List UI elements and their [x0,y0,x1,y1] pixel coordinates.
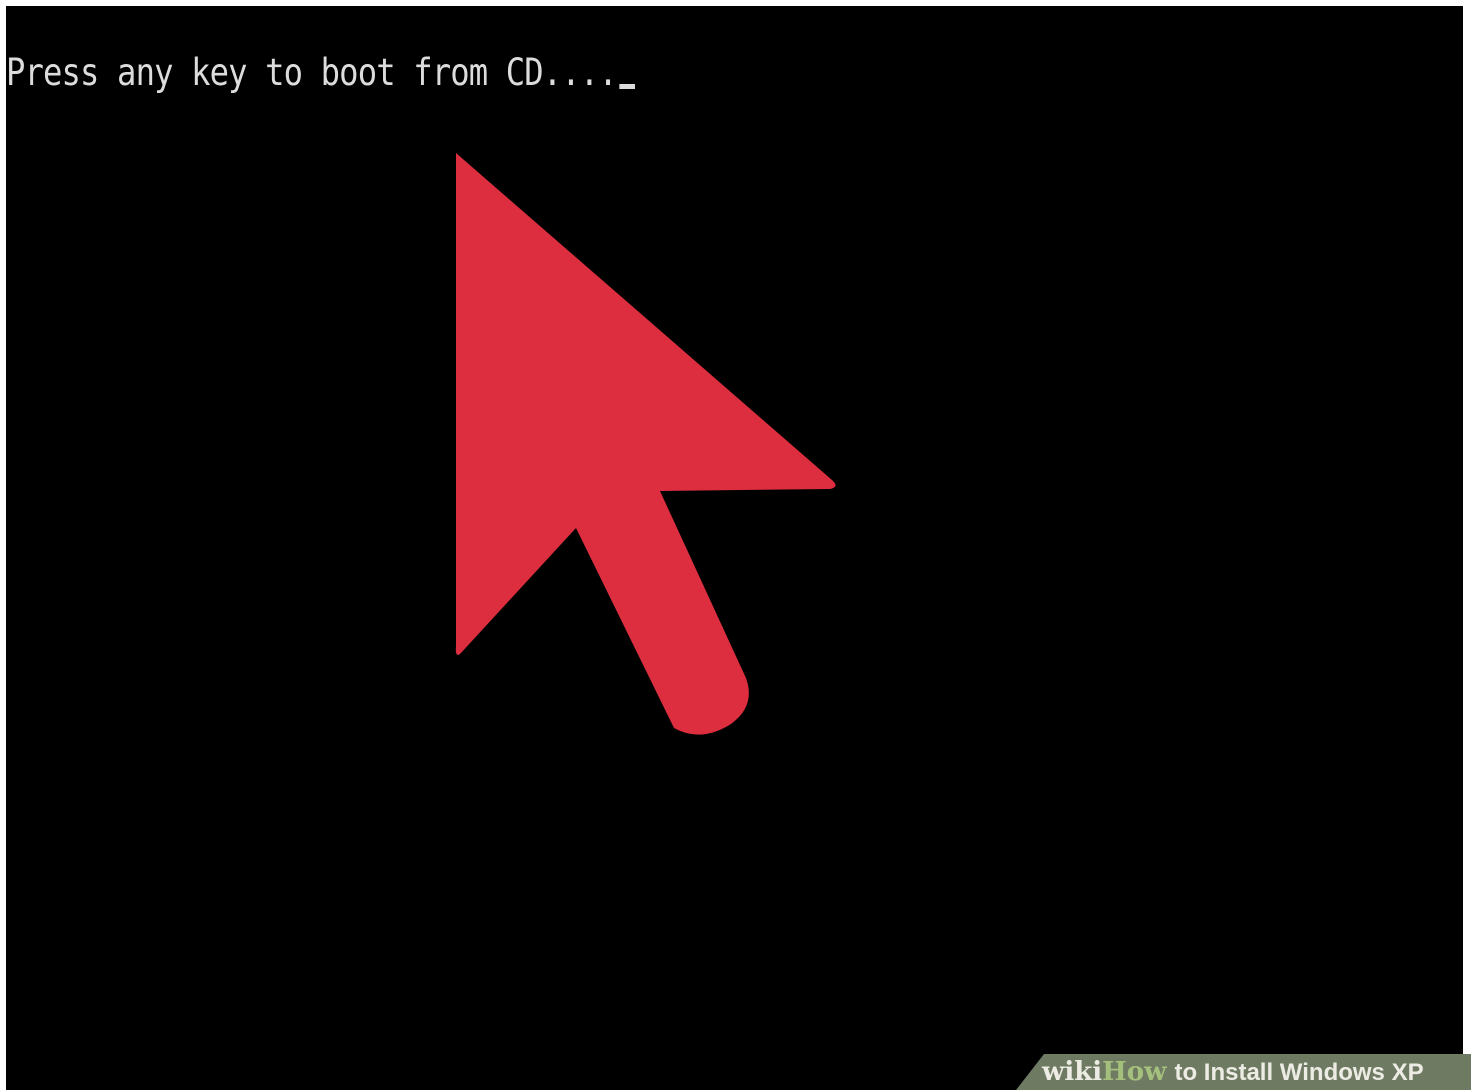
red-pointer-arrow-icon [455,153,836,735]
boot-screen: Press any key to boot from CD.... [6,6,1463,1090]
watermark-how: How [1102,1057,1167,1087]
image-frame: Press any key to boot from CD.... wikiHo… [0,0,1471,1090]
wikihow-watermark: wikiHow to Install Windows XP [1016,1054,1471,1090]
watermark-title: to Install Windows XP [1174,1059,1424,1086]
watermark-wiki: wiki [1042,1057,1103,1087]
